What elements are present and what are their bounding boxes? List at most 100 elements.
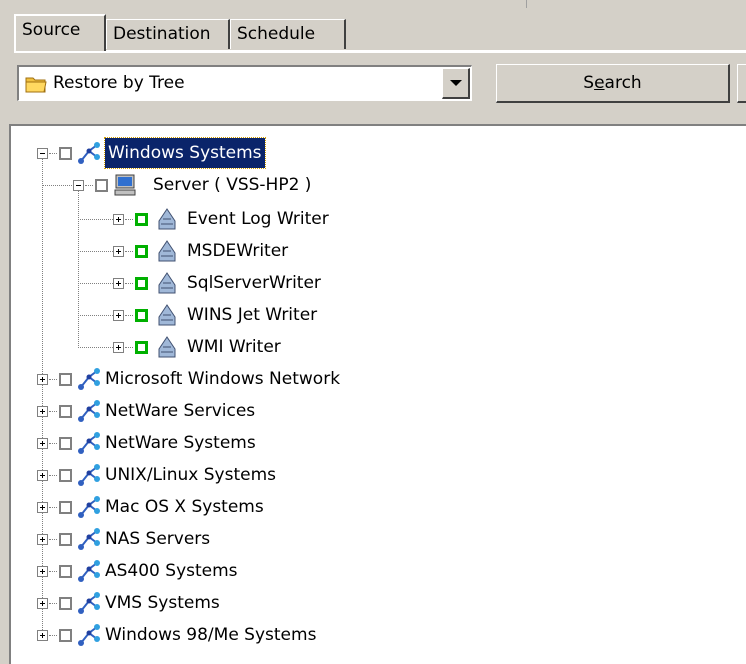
tree-node-writer[interactable]: WMI Writer bbox=[11, 332, 611, 364]
search-button-label: Search bbox=[583, 73, 642, 93]
network-icon bbox=[78, 464, 100, 486]
expand-toggle[interactable] bbox=[37, 406, 48, 417]
tree-node-root[interactable]: AS400 Systems bbox=[11, 556, 611, 588]
tree-node-label: Event Log Writer bbox=[187, 209, 329, 229]
tree-node-writer[interactable]: MSDEWriter bbox=[11, 236, 611, 268]
tree-connector bbox=[49, 443, 57, 444]
tree-node-label: MSDEWriter bbox=[187, 241, 289, 261]
tree-node-writer[interactable]: WINS Jet Writer bbox=[11, 300, 611, 332]
tree-checkbox[interactable] bbox=[59, 469, 72, 482]
tab-divider bbox=[14, 50, 746, 53]
tree-checkbox[interactable] bbox=[59, 373, 72, 386]
writer-icon bbox=[158, 304, 176, 326]
expand-toggle[interactable] bbox=[37, 630, 48, 641]
network-icon bbox=[78, 528, 100, 550]
tree-connector bbox=[125, 315, 133, 316]
network-icon bbox=[78, 592, 100, 614]
tree-checkbox[interactable] bbox=[59, 147, 72, 160]
network-icon bbox=[78, 560, 100, 582]
tree-node-root[interactable]: Microsoft Windows Network bbox=[11, 364, 611, 396]
dropdown-arrow-button[interactable] bbox=[442, 68, 470, 99]
tree-node-label: NetWare Services bbox=[105, 401, 256, 421]
tree-checkbox[interactable] bbox=[135, 277, 148, 290]
tree-connector bbox=[49, 153, 57, 154]
tree-connector bbox=[49, 571, 57, 572]
expand-toggle[interactable] bbox=[37, 598, 48, 609]
expand-toggle[interactable] bbox=[113, 278, 124, 289]
tree-node-label: Mac OS X Systems bbox=[105, 497, 264, 517]
tree-checkbox[interactable] bbox=[135, 309, 148, 322]
tree-checkbox[interactable] bbox=[135, 341, 148, 354]
tree-connector bbox=[78, 315, 113, 316]
network-icon bbox=[78, 400, 100, 422]
tree-node-root[interactable]: NetWare Systems bbox=[11, 428, 611, 460]
expand-toggle[interactable] bbox=[37, 534, 48, 545]
tree-connector bbox=[78, 251, 113, 252]
tree-connector bbox=[78, 347, 113, 348]
collapse-toggle[interactable] bbox=[37, 148, 48, 159]
tree-node-root[interactable]: UNIX/Linux Systems bbox=[11, 460, 611, 492]
tree-node-label: Server ( VSS-HP2 ) bbox=[153, 175, 312, 195]
tree-node-label: Windows Systems bbox=[104, 137, 266, 169]
tree-node-label: Windows 98/Me Systems bbox=[105, 625, 317, 645]
tree-connector bbox=[49, 603, 57, 604]
tab-schedule[interactable]: Schedule bbox=[230, 19, 346, 49]
source-tree[interactable]: Windows Systems Server ( VSS-HP2 ) Event… bbox=[9, 124, 746, 664]
network-icon bbox=[78, 432, 100, 454]
tree-node-root[interactable]: NAS Servers bbox=[11, 524, 611, 556]
tree-node-root[interactable]: Windows 98/Me Systems bbox=[11, 620, 611, 652]
partial-button[interactable] bbox=[737, 64, 746, 103]
tree-node-label: AS400 Systems bbox=[105, 561, 238, 581]
tree-checkbox[interactable] bbox=[135, 245, 148, 258]
collapse-toggle[interactable] bbox=[73, 180, 84, 191]
tree-node-server[interactable]: Server ( VSS-HP2 ) bbox=[11, 170, 611, 202]
expand-toggle[interactable] bbox=[37, 566, 48, 577]
expand-toggle[interactable] bbox=[113, 342, 124, 353]
tree-connector bbox=[125, 283, 133, 284]
tree-node-label: SqlServerWriter bbox=[187, 273, 321, 293]
tree-node-label: NetWare Systems bbox=[105, 433, 256, 453]
tree-connector bbox=[49, 507, 57, 508]
tab-source[interactable]: Source bbox=[14, 14, 106, 51]
expand-toggle[interactable] bbox=[113, 310, 124, 321]
tab-source-label: Source bbox=[22, 20, 81, 40]
tree-checkbox[interactable] bbox=[59, 629, 72, 642]
expand-toggle[interactable] bbox=[37, 502, 48, 513]
tree-checkbox[interactable] bbox=[59, 533, 72, 546]
folder-icon bbox=[25, 77, 47, 93]
top-divider bbox=[526, 0, 527, 8]
tree-connector bbox=[78, 219, 113, 220]
tree-connector bbox=[49, 475, 57, 476]
tree-connector bbox=[78, 283, 113, 284]
expand-toggle[interactable] bbox=[37, 438, 48, 449]
expand-toggle[interactable] bbox=[113, 214, 124, 225]
tree-node-writer[interactable]: SqlServerWriter bbox=[11, 268, 611, 300]
tree-checkbox[interactable] bbox=[59, 437, 72, 450]
tree-checkbox[interactable] bbox=[95, 179, 108, 192]
expand-toggle[interactable] bbox=[37, 470, 48, 481]
search-button[interactable]: Search bbox=[496, 64, 730, 103]
tree-node-root[interactable]: VMS Systems bbox=[11, 588, 611, 620]
tree-connector bbox=[85, 185, 93, 186]
tree-node-root[interactable]: Mac OS X Systems bbox=[11, 492, 611, 524]
tree-checkbox[interactable] bbox=[59, 501, 72, 514]
network-icon bbox=[78, 142, 100, 164]
tree-connector bbox=[49, 635, 57, 636]
tree-checkbox[interactable] bbox=[135, 213, 148, 226]
tree-connector bbox=[125, 347, 133, 348]
restore-mode-value: Restore by Tree bbox=[53, 73, 185, 93]
expand-toggle[interactable] bbox=[37, 374, 48, 385]
tree-connector bbox=[125, 219, 133, 220]
tree-connector bbox=[125, 251, 133, 252]
tree-checkbox[interactable] bbox=[59, 405, 72, 418]
tree-node-root[interactable]: NetWare Services bbox=[11, 396, 611, 428]
expand-toggle[interactable] bbox=[113, 246, 124, 257]
tree-node-windows-systems[interactable]: Windows Systems bbox=[11, 137, 611, 170]
tab-destination[interactable]: Destination bbox=[106, 19, 230, 49]
tab-schedule-label: Schedule bbox=[237, 24, 316, 44]
tree-connector bbox=[49, 539, 57, 540]
tree-node-writer[interactable]: Event Log Writer bbox=[11, 204, 611, 236]
restore-mode-dropdown[interactable]: Restore by Tree bbox=[17, 65, 472, 101]
tree-checkbox[interactable] bbox=[59, 565, 72, 578]
tree-checkbox[interactable] bbox=[59, 597, 72, 610]
